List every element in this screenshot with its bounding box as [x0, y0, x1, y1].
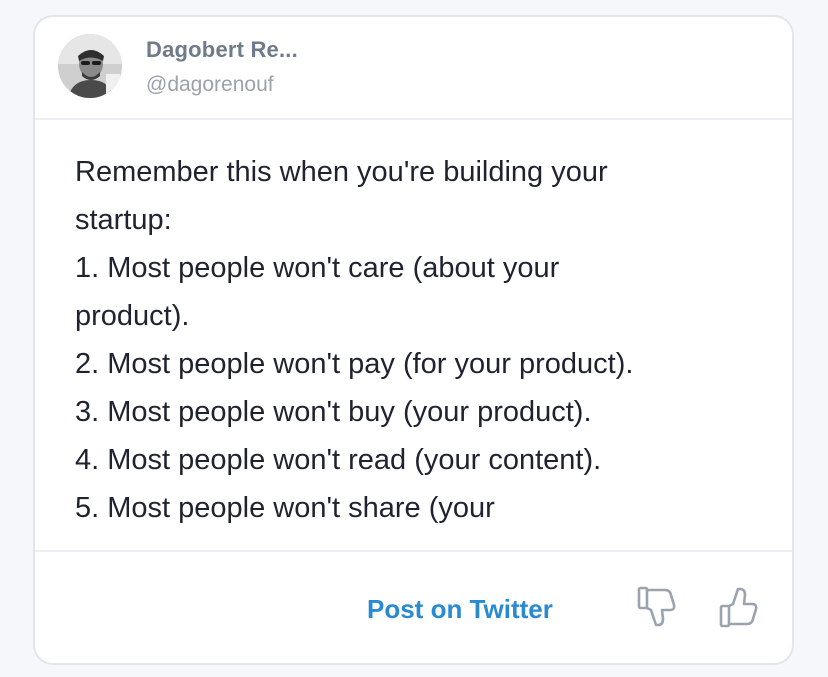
avatar[interactable]	[58, 34, 122, 98]
tweet-line: 4. Most people won't read (your content)…	[75, 444, 602, 476]
tweet-line: 3. Most people won't buy (your product).	[75, 396, 592, 428]
tweet-line: startup:	[75, 204, 172, 236]
author-name[interactable]: Dagobert Re...	[146, 37, 298, 63]
tweet-line: 5. Most people won't share (your	[75, 492, 495, 524]
author-handle[interactable]: @dagorenouf	[146, 73, 274, 97]
tweet-card: Dagobert Re... @dagorenouf Remember this…	[33, 15, 794, 665]
tweet-content: Remember this when you're building your …	[35, 120, 792, 552]
thumbs-down-icon[interactable]	[637, 586, 677, 628]
tweet-line: Remember this when you're building your	[75, 156, 608, 188]
tweet-header: Dagobert Re... @dagorenouf	[35, 17, 792, 120]
tweet-footer: Post on Twitter	[35, 552, 792, 663]
tweet-line: 2. Most people won't pay (for your produ…	[75, 348, 634, 380]
tweet-line: product).	[75, 300, 190, 332]
tweet-line: 1. Most people won't care (about your	[75, 252, 560, 284]
post-on-twitter-button[interactable]: Post on Twitter	[367, 594, 553, 625]
thumbs-up-icon[interactable]	[719, 586, 759, 628]
